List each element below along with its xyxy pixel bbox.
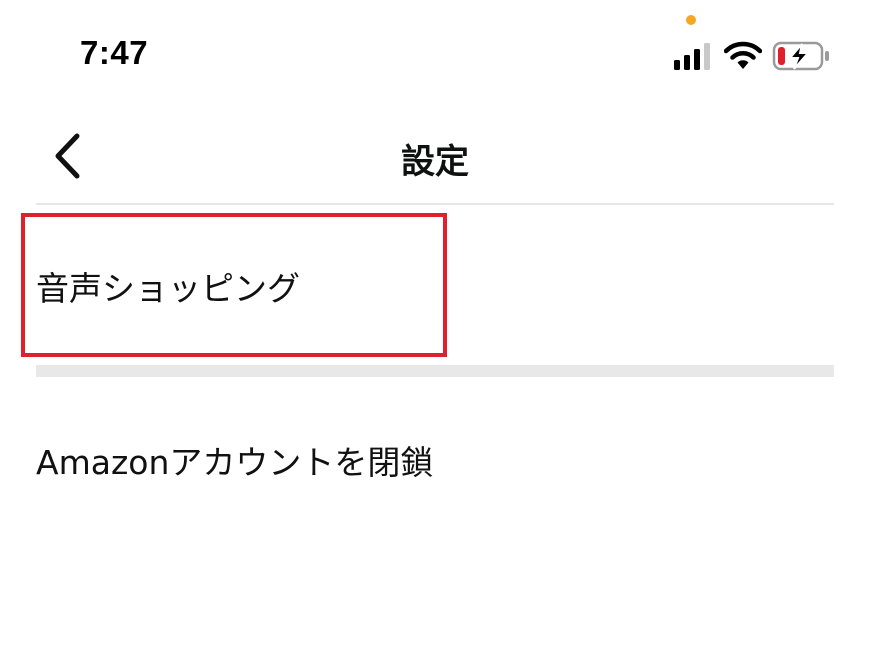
wifi-icon (723, 40, 763, 70)
nav-divider (36, 203, 834, 205)
mic-indicator-icon (686, 15, 696, 25)
settings-item-label: Amazonアカウントを閉鎖 (36, 443, 434, 482)
page-title: 設定 (401, 142, 469, 182)
settings-item-label: 音声ショッピング (36, 269, 300, 308)
status-icons (672, 38, 832, 72)
battery-charging-icon (772, 40, 830, 72)
section-separator (36, 365, 834, 377)
settings-item-close-account[interactable]: Amazonアカウントを閉鎖 (36, 400, 834, 510)
settings-screen: 7:47 設定 音声ショッピング Amazonアカウントを閉鎖 (0, 0, 870, 662)
settings-item-voice-shopping[interactable]: 音声ショッピング (36, 214, 834, 354)
status-time: 7:47 (80, 34, 149, 71)
signal-icon (674, 42, 714, 70)
